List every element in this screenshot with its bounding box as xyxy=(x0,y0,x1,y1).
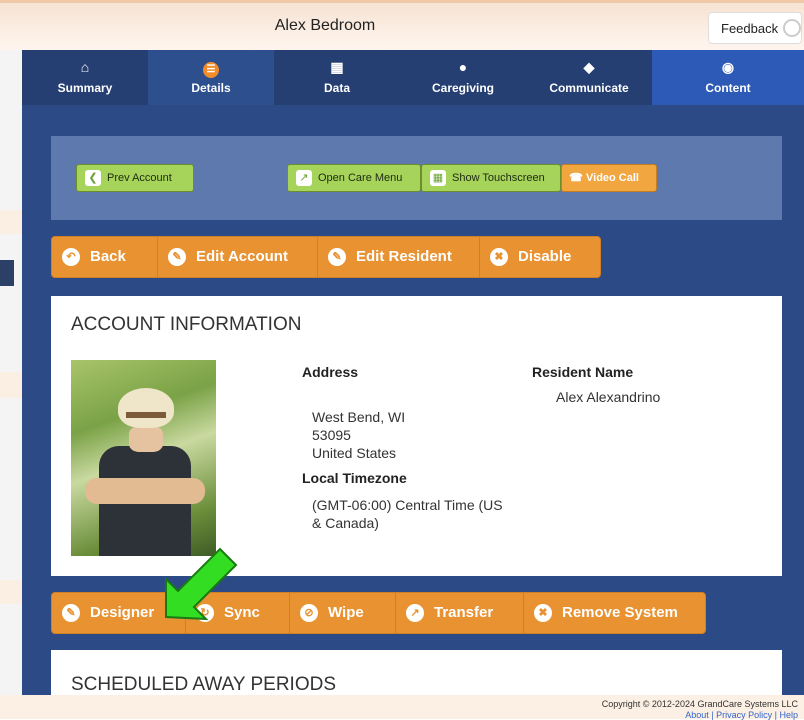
list-icon: ☰ xyxy=(203,62,219,78)
tab-content[interactable]: ◉ Content xyxy=(652,50,804,105)
left-edge-strip xyxy=(0,0,22,719)
tab-summary[interactable]: ⌂ Summary xyxy=(22,50,148,105)
photo-hat-band xyxy=(126,412,166,418)
photo-face xyxy=(129,426,163,452)
video-call-label: Video Call xyxy=(586,172,639,184)
edge-stripe xyxy=(0,372,22,398)
designer-label: Designer xyxy=(90,604,155,621)
person-icon: ● xyxy=(458,59,468,75)
tab-label: Summary xyxy=(57,81,113,95)
camera-icon: ◉ xyxy=(721,59,735,75)
share-icon: ↗ xyxy=(296,170,312,186)
address-line: West Bend, WI xyxy=(312,409,406,425)
page-title: Alex Bedroom xyxy=(274,17,376,34)
open-care-menu-label: Open Care Menu xyxy=(318,172,403,184)
ban-icon: ⊘ xyxy=(300,604,318,623)
remove-system-button[interactable]: ✖ Remove System xyxy=(524,593,705,633)
system-action-bar: ✎ Designer ↻ Sync ⊘ Wipe ↗ Transfer ✖ Remove … xyxy=(51,592,706,634)
photo-hat xyxy=(118,388,174,428)
feedback-button[interactable]: Feedback xyxy=(708,12,802,44)
tab-label: Caregiving xyxy=(431,81,494,95)
edge-stripe xyxy=(0,210,22,234)
resident-photo xyxy=(71,360,216,556)
pencil-icon: ✎ xyxy=(168,248,186,267)
account-information-card: ACCOUNT INFORMATION Address West Bend, W… xyxy=(51,296,782,576)
wipe-button[interactable]: ⊘ Wipe xyxy=(290,593,396,633)
transfer-button[interactable]: ↗ Transfer xyxy=(396,593,524,633)
feedback-label: Feedback xyxy=(721,21,779,36)
tag-icon: ◆ xyxy=(583,59,595,75)
tab-data[interactable]: ▦ Data xyxy=(274,50,400,105)
feedback-toggle-icon[interactable] xyxy=(783,19,801,37)
close-icon: ✖ xyxy=(534,604,552,623)
list-icon-wrap: ☰ xyxy=(148,59,274,78)
tab-bar: ⌂ Summary ☰ Details ▦ Data ● Caregiving … xyxy=(22,50,804,105)
tab-label: Content xyxy=(705,81,751,95)
address-line: United States xyxy=(312,445,397,461)
tab-label: Details xyxy=(191,81,231,95)
edit-resident-button[interactable]: ✎ Edit Resident xyxy=(318,237,480,277)
disable-button[interactable]: ✖ Disable xyxy=(480,237,600,277)
resident-name-value: Alex Alexandrino xyxy=(556,389,661,405)
phone-icon: ☎ xyxy=(569,172,583,184)
top-bar: Alex Bedroom Feedback xyxy=(0,0,804,50)
show-touchscreen-label: Show Touchscreen xyxy=(452,172,545,184)
tab-label: Data xyxy=(323,81,350,95)
disable-label: Disable xyxy=(518,248,572,265)
timezone-value: (GMT-06:00) Central Time (US xyxy=(312,497,503,513)
share-icon: ↗ xyxy=(406,604,424,623)
chevron-left-icon: ❮ xyxy=(85,170,101,186)
copyright-text: Copyright © 2012-2024 GrandCare Systems … xyxy=(601,699,798,709)
close-icon: ✖ xyxy=(490,248,508,267)
show-touchscreen-button[interactable]: ▦ Show Touchscreen xyxy=(421,164,561,192)
tab-caregiving[interactable]: ● Caregiving xyxy=(400,50,526,105)
prev-account-label: Prev Account xyxy=(107,172,172,184)
timezone-value: & Canada) xyxy=(312,515,379,531)
edit-account-button[interactable]: ✎ Edit Account xyxy=(158,237,318,277)
address-line: 53095 xyxy=(312,427,351,443)
back-label: Back xyxy=(90,248,126,265)
prev-account-button[interactable]: ❮ Prev Account xyxy=(76,164,194,192)
pencil-icon: ✎ xyxy=(328,248,346,267)
transfer-label: Transfer xyxy=(434,604,494,621)
back-icon: ↶ xyxy=(62,248,80,267)
resident-name-label: Resident Name xyxy=(532,364,634,380)
app-container: ⌂ Summary ☰ Details ▦ Data ● Caregiving … xyxy=(22,50,804,719)
address-label: Address xyxy=(302,364,359,380)
home-icon: ⌂ xyxy=(80,59,90,75)
arrow-pointer-icon xyxy=(165,547,238,621)
section-heading: SCHEDULED AWAY PERIODS xyxy=(71,674,337,695)
edge-stripe xyxy=(0,580,22,604)
tab-communicate[interactable]: ◆ Communicate xyxy=(526,50,652,105)
open-care-menu-button[interactable]: ↗ Open Care Menu xyxy=(287,164,421,192)
section-heading: ACCOUNT INFORMATION xyxy=(71,314,302,335)
grid-icon: ▦ xyxy=(330,59,344,75)
edit-account-label: Edit Account xyxy=(196,248,288,265)
tab-details[interactable]: ☰ Details xyxy=(148,50,274,105)
back-button[interactable]: ↶ Back xyxy=(52,237,158,277)
quick-actions-panel: ❮ Prev Account ↗ Open Care Menu ▦ Show Touc… xyxy=(51,136,782,220)
edge-marker xyxy=(0,260,14,286)
account-action-bar: ↶ Back ✎ Edit Account ✎ Edit Resident ✖ Disa… xyxy=(51,236,601,278)
footer: Copyright © 2012-2024 GrandCare Systems … xyxy=(0,695,804,720)
edit-resident-label: Edit Resident xyxy=(356,248,452,265)
grid-icon: ▦ xyxy=(430,170,446,186)
pencil-icon: ✎ xyxy=(62,604,80,623)
remove-system-label: Remove System xyxy=(562,604,678,621)
photo-arms xyxy=(85,478,205,504)
timezone-label: Local Timezone xyxy=(302,470,407,486)
video-call-button[interactable]: ☎ Video Call xyxy=(561,164,657,192)
tab-label: Communicate xyxy=(549,81,629,95)
wipe-label: Wipe xyxy=(328,604,364,621)
